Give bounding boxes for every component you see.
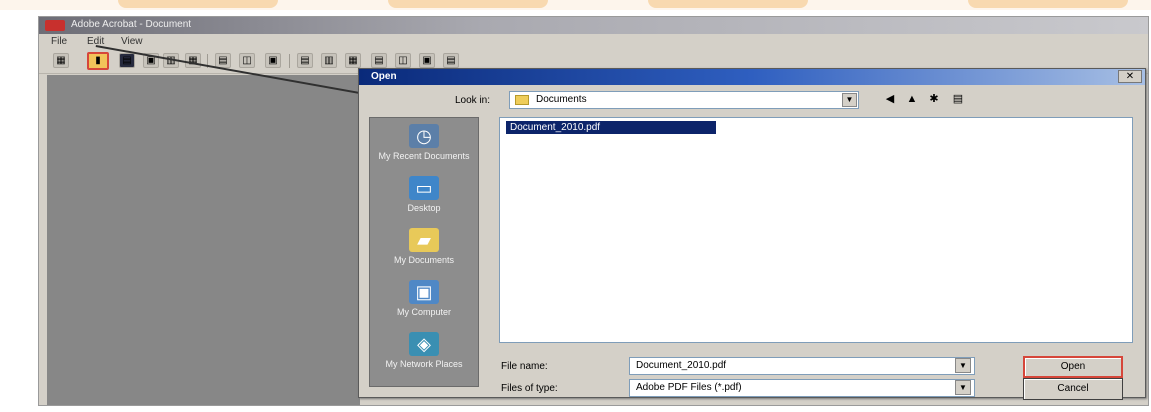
look-in-label: Look in:	[455, 95, 491, 106]
toolbar-button[interactable]: ▥	[321, 53, 337, 68]
toolbar-button[interactable]: ▣	[265, 53, 281, 68]
file-type-label: Files of type:	[501, 383, 558, 394]
back-icon[interactable]: ◀	[881, 91, 899, 107]
app-title-bar: Adobe Acrobat - Document	[39, 17, 1148, 34]
open-dialog: Open ✕ Look in: Documents ▼ ◀ ▲ ✱ ▤ ◷ My…	[358, 68, 1146, 400]
dialog-title: Open	[371, 71, 397, 82]
place-network-places[interactable]: ◈ My Network Places	[370, 332, 478, 370]
toolbar-separator	[289, 54, 290, 68]
top-stripe-blob	[118, 0, 278, 8]
toolbar-button[interactable]: ▦	[345, 53, 361, 68]
file-name-label: File name:	[501, 361, 548, 372]
toolbar-button[interactable]: ▤	[297, 53, 313, 68]
my-documents-icon: ▰	[409, 228, 439, 252]
dialog-title-bar: Open ✕	[359, 69, 1145, 85]
place-my-documents[interactable]: ▰ My Documents	[370, 228, 478, 266]
menu-bar: File Edit View	[39, 35, 1148, 49]
top-stripe-blob	[648, 0, 808, 8]
toolbar-button[interactable]: ▤	[443, 53, 459, 68]
file-type-select[interactable]: Adobe PDF Files (*.pdf)	[629, 379, 975, 397]
recent-documents-icon: ◷	[409, 124, 439, 148]
toolbar-button[interactable]: ▦	[53, 53, 69, 68]
toolbar-button[interactable]: ▤	[371, 53, 387, 68]
file-list[interactable]: Document_2010.pdf	[499, 117, 1133, 343]
place-label: My Network Places	[385, 359, 463, 369]
top-stripe-blob	[388, 0, 548, 8]
chevron-down-icon[interactable]: ▼	[955, 380, 971, 395]
open-button[interactable]: Open	[1023, 356, 1123, 378]
menu-view[interactable]: View	[121, 36, 143, 47]
top-stripe-blob	[968, 0, 1128, 8]
desktop-icon: ▭	[409, 176, 439, 200]
look-in-value: Documents	[536, 94, 587, 105]
network-places-icon: ◈	[409, 332, 439, 356]
toolbar-button[interactable]: ▤	[119, 53, 135, 68]
toolbar-button[interactable]: ◫	[239, 53, 255, 68]
toolbar-button[interactable]: ▣	[419, 53, 435, 68]
menu-file[interactable]: File	[51, 36, 67, 47]
my-computer-icon: ▣	[409, 280, 439, 304]
place-label: My Documents	[393, 255, 455, 265]
new-folder-icon[interactable]: ✱	[925, 91, 943, 107]
place-desktop[interactable]: ▭ Desktop	[370, 176, 478, 214]
place-label: My Computer	[396, 307, 451, 317]
up-folder-icon[interactable]: ▲	[903, 91, 921, 107]
look-in-dropdown[interactable]: Documents ▼	[509, 91, 859, 109]
document-workspace	[47, 75, 360, 405]
view-menu-icon[interactable]: ▤	[949, 91, 967, 107]
place-label: My Recent Documents	[378, 151, 470, 161]
toolbar-button[interactable]: ◫	[395, 53, 411, 68]
place-recent-documents[interactable]: ◷ My Recent Documents	[370, 124, 478, 162]
folder-icon	[515, 95, 529, 105]
app-title: Adobe Acrobat - Document	[71, 19, 192, 30]
app-logo-icon	[45, 20, 65, 31]
chevron-down-icon[interactable]: ▼	[842, 93, 857, 107]
close-button[interactable]: ✕	[1118, 70, 1142, 83]
places-bar: ◷ My Recent Documents ▭ Desktop ▰ My Doc…	[369, 117, 479, 387]
place-label: Desktop	[407, 203, 441, 213]
list-item[interactable]: Document_2010.pdf	[506, 121, 716, 134]
place-my-computer[interactable]: ▣ My Computer	[370, 280, 478, 318]
cancel-button[interactable]: Cancel	[1023, 378, 1123, 400]
chevron-down-icon[interactable]: ▼	[955, 358, 971, 373]
file-name-field[interactable]: Document_2010.pdf	[629, 357, 975, 375]
open-file-button[interactable]: ▮	[87, 52, 109, 70]
